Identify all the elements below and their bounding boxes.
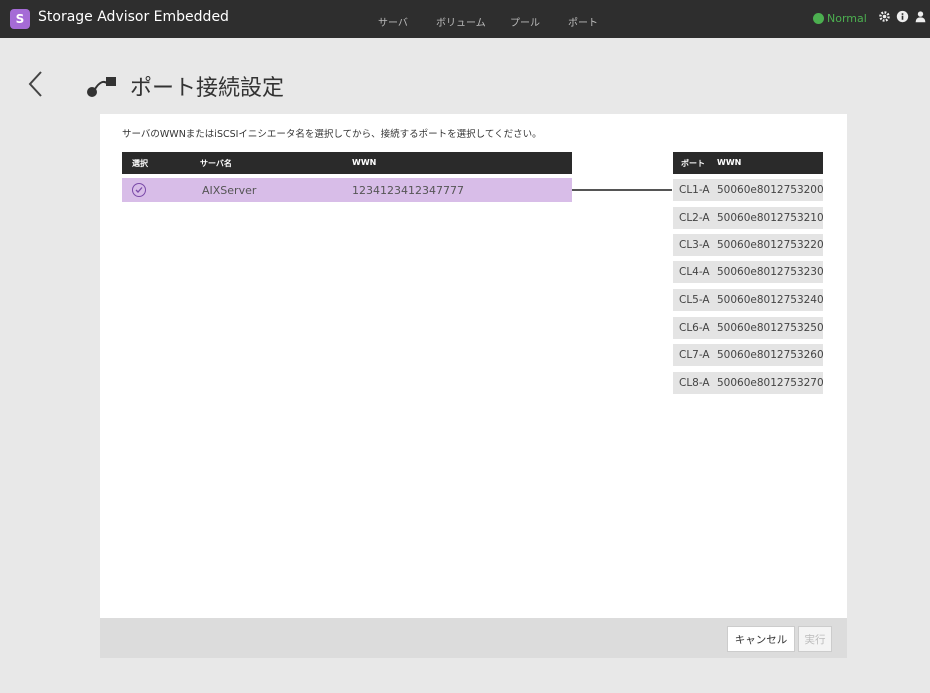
header-server-name: サーバ名 <box>200 159 232 168</box>
port-item[interactable]: CL3-A 50060e8012753220 <box>673 234 824 256</box>
port-table-header: ポート WWN <box>673 152 823 174</box>
execute-button[interactable]: 実行 <box>798 626 832 652</box>
back-button[interactable] <box>26 68 46 100</box>
port-item[interactable]: CL6-A 50060e8012753250 <box>673 317 824 339</box>
port-name: CL5-A <box>679 294 710 306</box>
port-wwn: 50060e8012753200 <box>717 184 824 196</box>
user-icon[interactable] <box>913 10 927 26</box>
logo-glyph: S <box>15 12 25 26</box>
top-icons <box>877 10 927 26</box>
port-name: CL6-A <box>679 322 710 334</box>
port-name: CL2-A <box>679 212 710 224</box>
server-row[interactable]: AIXServer 1234123412347777 <box>122 178 572 202</box>
port-wwn: 50060e8012753270 <box>717 377 824 389</box>
status-text: Normal <box>827 12 867 25</box>
info-icon[interactable] <box>895 10 909 26</box>
server-name-cell: AIXServer <box>202 184 257 197</box>
app-logo: S <box>10 9 30 29</box>
server-table-header: 選択 サーバ名 WWN <box>122 152 572 174</box>
system-status: Normal <box>813 12 867 25</box>
header-port-wwn: WWN <box>717 158 742 167</box>
nav-item-servers[interactable]: サーバ <box>378 14 436 29</box>
dialog-footer: キャンセル 実行 <box>100 618 847 658</box>
top-bar: S Storage Advisor Embedded サーバ ボリューム プール… <box>0 0 930 38</box>
nav-item-ports[interactable]: ポート <box>568 14 608 29</box>
main-nav: サーバ ボリューム プール ポート <box>378 14 608 29</box>
port-item[interactable]: CL4-A 50060e8012753230 <box>673 261 824 283</box>
port-item[interactable]: CL2-A 50060e8012753210 <box>673 207 824 229</box>
header-port: ポート <box>681 159 705 168</box>
port-wwn: 50060e8012753230 <box>717 266 824 278</box>
port-name: CL3-A <box>679 239 710 251</box>
port-name: CL1-A <box>679 184 710 196</box>
chevron-left-icon <box>28 71 42 97</box>
port-item[interactable]: CL8-A 50060e8012753270 <box>673 372 824 394</box>
connection-line <box>572 189 672 191</box>
gear-icon[interactable] <box>877 10 891 26</box>
header-select: 選択 <box>132 159 148 168</box>
port-name: CL8-A <box>679 377 710 389</box>
nav-item-pools[interactable]: プール <box>510 14 568 29</box>
port-wwn: 50060e8012753260 <box>717 349 824 361</box>
port-item[interactable]: CL7-A 50060e8012753260 <box>673 344 824 366</box>
server-wwn-cell: 1234123412347777 <box>352 184 464 197</box>
port-wwn: 50060e8012753250 <box>717 322 824 334</box>
nav-item-volumes[interactable]: ボリューム <box>436 14 510 29</box>
port-wwn: 50060e8012753210 <box>717 212 824 224</box>
app-title: Storage Advisor Embedded <box>38 9 229 25</box>
cancel-button[interactable]: キャンセル <box>727 626 795 652</box>
page-title: ポート接続設定 <box>130 76 285 101</box>
port-item[interactable]: CL5-A 50060e8012753240 <box>673 289 824 311</box>
main-panel: サーバのWWNまたはiSCSIイニシエータ名を選択してから、接続するポートを選択… <box>100 114 847 618</box>
port-item[interactable]: CL1-A 50060e8012753200 <box>673 179 824 201</box>
port-name: CL7-A <box>679 349 710 361</box>
check-circle-icon[interactable] <box>132 183 146 197</box>
header-wwn: WWN <box>352 158 377 167</box>
port-wwn: 50060e8012753220 <box>717 239 824 251</box>
port-wwn: 50060e8012753240 <box>717 294 824 306</box>
port-connection-icon <box>86 76 118 98</box>
status-dot-icon <box>813 13 824 24</box>
instruction-text: サーバのWWNまたはiSCSIイニシエータ名を選択してから、接続するポートを選択… <box>122 129 542 140</box>
port-name: CL4-A <box>679 266 710 278</box>
